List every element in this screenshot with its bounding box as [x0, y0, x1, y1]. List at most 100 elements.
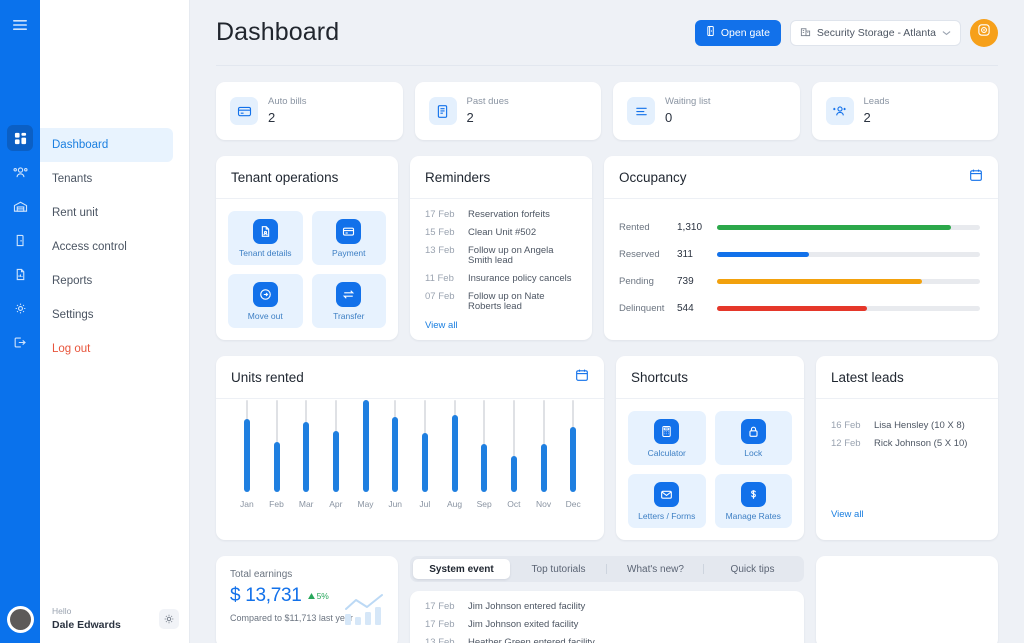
occupancy-card: Occupancy Rented 1,310 Reserved 311: [604, 156, 998, 340]
bar-column[interactable]: Dec: [558, 400, 588, 509]
file-person-icon: [253, 219, 278, 244]
gate-icon: [706, 25, 716, 40]
list-item[interactable]: 15 FebClean Unit #502: [425, 228, 577, 238]
op-tile-label: Move out: [248, 311, 283, 321]
shortcut-label: Letters / Forms: [638, 511, 695, 521]
camera-action-button[interactable]: [970, 19, 998, 47]
card-header: Latest leads: [816, 356, 998, 399]
tab-quick-tips[interactable]: Quick tips: [704, 559, 801, 579]
sidebar-item-tenants[interactable]: Tenants: [40, 162, 189, 196]
hamburger-menu-icon[interactable]: [8, 13, 32, 37]
sidebar-item-access-control[interactable]: Access control: [40, 230, 189, 264]
list-item[interactable]: 07 FebFollow up on Nate Roberts lead: [425, 292, 577, 312]
rail-icon-settings[interactable]: [0, 291, 40, 325]
card-header: Tenant operations: [216, 156, 398, 199]
list-item[interactable]: 13 Feb Follow up on Angela Smith lead: [425, 246, 577, 266]
list-item[interactable]: 17 FebJim Johnson exited facility: [425, 620, 789, 630]
open-gate-button[interactable]: Open gate: [695, 20, 781, 46]
bar-column[interactable]: Sep: [469, 400, 499, 509]
bar-column[interactable]: Nov: [529, 400, 559, 509]
bar-wrapper: [481, 400, 487, 492]
bar-column[interactable]: May: [351, 400, 381, 509]
occupancy-fill: [717, 225, 951, 230]
lead-text: Rick Johnson (5 X 10): [874, 439, 967, 449]
op-tile-move-out[interactable]: Move out: [228, 274, 303, 328]
list-item[interactable]: 12 FebRick Johnson (5 X 10): [831, 439, 983, 449]
stat-label: Past dues: [467, 95, 509, 109]
bar-label: Aug: [447, 499, 462, 509]
location-select[interactable]: Security Storage - Atlanta: [790, 20, 961, 46]
reminder-text: Follow up on Nate Roberts lead: [468, 292, 577, 312]
rail-icon-reports[interactable]: [0, 257, 40, 291]
sidebar: Dashboard Tenants Rent unit Access contr…: [0, 0, 190, 643]
bar-column[interactable]: Jan: [232, 400, 262, 509]
shortcut-manage-rates[interactable]: Manage Rates: [715, 474, 793, 528]
bar-column[interactable]: Apr: [321, 400, 351, 509]
earnings-delta-value: 5%: [317, 591, 329, 601]
reminders-view-all-link[interactable]: View all: [410, 320, 592, 342]
bar-label: Dec: [566, 499, 581, 509]
latest-leads-card: Latest leads 16 FebLisa Hensley (10 X 8)…: [816, 356, 998, 540]
card-title: Reminders: [425, 170, 490, 185]
bar-column[interactable]: Jun: [380, 400, 410, 509]
op-tile-tenant-details[interactable]: Tenant details: [228, 211, 303, 265]
stat-label: Leads: [864, 95, 890, 109]
card-title: Latest leads: [831, 370, 904, 385]
rail-icon-access-control[interactable]: [0, 223, 40, 257]
settings-button[interactable]: [159, 609, 179, 629]
tab-system-event[interactable]: System event: [413, 559, 510, 579]
lock-icon: [741, 419, 766, 444]
bar-column[interactable]: Oct: [499, 400, 529, 509]
sidebar-item-log-out[interactable]: Log out: [40, 332, 189, 366]
occupancy-track: [717, 252, 980, 257]
calendar-icon[interactable]: [575, 368, 589, 387]
stat-label: Waiting list: [665, 95, 711, 109]
sidebar-item-rent-unit[interactable]: Rent unit: [40, 196, 189, 230]
tab-whats-new[interactable]: What's new?: [607, 559, 704, 579]
list-item[interactable]: 13 FebHeather Green entered facility: [425, 638, 789, 643]
reminders-body: 17 FebReservation forfeits 15 FebClean U…: [410, 199, 592, 331]
op-tile-transfer[interactable]: Transfer: [312, 274, 387, 328]
rail-icon-rent-unit[interactable]: [0, 189, 40, 223]
stat-card-leads[interactable]: Leads 2: [812, 82, 999, 140]
sidebar-item-settings[interactable]: Settings: [40, 298, 189, 332]
list-item[interactable]: 16 FebLisa Hensley (10 X 8): [831, 421, 983, 431]
latest-leads-view-all-link[interactable]: View all: [816, 509, 998, 531]
tab-top-tutorials[interactable]: Top tutorials: [510, 559, 607, 579]
bar-column[interactable]: Mar: [291, 400, 321, 509]
shortcut-letters-forms[interactable]: Letters / Forms: [628, 474, 706, 528]
reminder-date: 13 Feb: [425, 246, 458, 266]
card-header: Reminders: [410, 156, 592, 199]
rail-icon-log-out[interactable]: [0, 325, 40, 359]
latest-leads-list: 16 FebLisa Hensley (10 X 8) 12 FebRick J…: [816, 410, 998, 457]
bar-label: Feb: [269, 499, 284, 509]
bar-column[interactable]: Jul: [410, 400, 440, 509]
shortcut-lock[interactable]: Lock: [715, 411, 793, 465]
system-events-list: 17 FebJim Johnson entered facility 17 Fe…: [410, 591, 804, 643]
bar-column[interactable]: Feb: [262, 400, 292, 509]
card-header: Shortcuts: [616, 356, 804, 399]
occupancy-fill: [717, 279, 922, 284]
list-item[interactable]: 11 FebInsurance policy cancels: [425, 274, 577, 284]
stat-card-waiting-list[interactable]: Waiting list 0: [613, 82, 800, 140]
reminder-text: Follow up on Angela Smith lead: [468, 246, 577, 266]
op-tile-payment[interactable]: Payment: [312, 211, 387, 265]
stat-value: 0: [665, 109, 711, 127]
sidebar-item-dashboard[interactable]: Dashboard: [40, 128, 173, 162]
sidebar-item-label: Dashboard: [52, 139, 108, 151]
avatar[interactable]: [7, 606, 34, 633]
bar-label: Sep: [477, 499, 492, 509]
calendar-icon[interactable]: [969, 168, 983, 187]
bar-column[interactable]: Aug: [440, 400, 470, 509]
rail-icon-dashboard[interactable]: [0, 121, 40, 155]
shortcut-calculator[interactable]: Calculator: [628, 411, 706, 465]
stat-card-past-dues[interactable]: Past dues 2: [415, 82, 602, 140]
list-item[interactable]: 17 FebJim Johnson entered facility: [425, 602, 789, 612]
rail-icon-tenants[interactable]: [0, 155, 40, 189]
sidebar-item-reports[interactable]: Reports: [40, 264, 189, 298]
dashboard-app: Dashboard Tenants Rent unit Access contr…: [0, 0, 1024, 643]
list-item[interactable]: 17 FebReservation forfeits: [425, 210, 577, 220]
stat-card-auto-bills[interactable]: Auto bills 2: [216, 82, 403, 140]
stats-row: Auto bills 2 Past dues 2 Waiting list: [216, 82, 998, 140]
sidebar-icon-rail: [0, 0, 40, 643]
